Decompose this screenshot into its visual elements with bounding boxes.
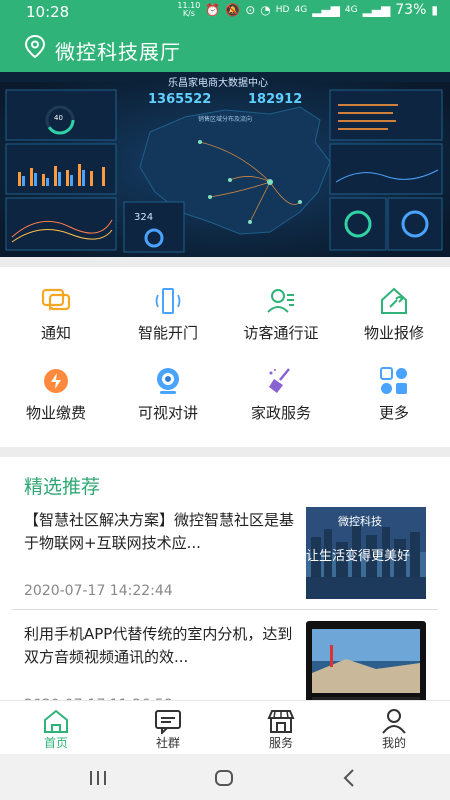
battery-percent: 73%	[395, 2, 427, 18]
signal-label-hd: HD	[275, 5, 290, 15]
payment-icon	[44, 369, 68, 393]
service-visitor-pass[interactable]: 访客通行证	[225, 267, 337, 347]
location-icon: ⊙	[245, 3, 256, 17]
tab-label: 首页	[43, 736, 68, 750]
profile-icon	[382, 709, 406, 734]
home-button-icon[interactable]	[204, 766, 244, 790]
signal-label-4g: 4G	[294, 5, 308, 15]
bottom-nav: 首页 社群 服务 我的	[0, 700, 450, 754]
service-label: 通知	[40, 324, 71, 342]
notification-icon	[41, 288, 71, 311]
service-payment[interactable]: 物业缴费	[0, 347, 112, 427]
service-label: 家政服务	[250, 404, 311, 422]
signal-bars-icon: ▂▄▆	[312, 3, 340, 17]
app-header-bar: 10:28 11.10 K/s ⏰ 🔕 ⊙ ◔ HD 4G ▂▄▆ 4G ▂▄▆…	[0, 0, 450, 72]
banner-title: 乐昌家电商大数据中心	[168, 78, 268, 89]
battery-icon: ▮	[431, 3, 438, 17]
status-bar: 10:28 11.10 K/s ⏰ 🔕 ⊙ ◔ HD 4G ▂▄▆ 4G ▂▄▆…	[0, 0, 450, 24]
article-date: 2020-07-17 14:22:44	[24, 583, 173, 599]
service-smart-door[interactable]: 智能开门	[112, 267, 224, 347]
page-title: 微控科技展厅	[55, 40, 181, 64]
section-separator	[0, 447, 450, 457]
section-separator	[0, 257, 450, 267]
section-title: 精选推荐	[24, 476, 101, 498]
thumb-text-slogan: 让生活变得更美好	[306, 549, 411, 564]
wifi-icon: ◔	[260, 3, 271, 17]
signal-bars-icon-2: ▂▄▆	[362, 3, 391, 17]
service-housekeeping[interactable]: 家政服务	[225, 347, 337, 427]
header: 微控科技展厅	[0, 28, 450, 72]
housekeeping-icon	[269, 368, 290, 393]
banner-gauge-value: 40	[54, 114, 63, 122]
service-more[interactable]: 更多	[338, 347, 450, 427]
article-thumbnail	[306, 621, 426, 707]
service-label: 物业缴费	[25, 404, 86, 422]
community-icon	[155, 710, 181, 734]
status-time: 10:28	[26, 3, 70, 21]
article-title: 利用手机APP代替传统的室内分机，达到双方音频视频通讯的效...	[24, 625, 293, 666]
tab-home[interactable]: 首页	[0, 701, 112, 755]
dashboard-banner-graphic	[0, 72, 450, 257]
article-item[interactable]: 【智慧社区解决方案】微控智慧社区是基于物联网+互联网技术应... 2020-07…	[0, 505, 450, 613]
dashboard-banner[interactable]: 乐昌家电商大数据中心 1365522 182912 销售区域分布及流向 324 …	[0, 72, 450, 257]
services-grid: 通知 智能开门 访客通行证 物业报修 物业缴费 可视对讲 家政服务 更多	[0, 267, 450, 447]
service-label: 智能开门	[137, 324, 198, 342]
tab-community[interactable]: 社群	[112, 701, 224, 755]
service-label: 更多	[378, 404, 409, 422]
banner-left-stat: 324	[134, 212, 154, 223]
net-speed: 11.10 K/s	[177, 2, 200, 18]
net-speed-unit: K/s	[182, 9, 195, 18]
tab-profile[interactable]: 我的	[338, 701, 450, 755]
visitor-pass-icon	[267, 289, 294, 313]
banner-stat-2: 182912	[248, 92, 303, 107]
location-pin-icon[interactable]	[24, 34, 46, 60]
list-divider	[12, 609, 438, 610]
tab-service[interactable]: 服务	[225, 701, 337, 755]
back-icon[interactable]	[330, 766, 370, 790]
banner-stat-1: 1365522	[148, 92, 212, 107]
featured-section: 精选推荐 【智慧社区解决方案】微控智慧社区是基于物联网+互联网技术应... 20…	[0, 457, 450, 707]
status-icons: 11.10 K/s ⏰ 🔕 ⊙ ◔ HD 4G ▂▄▆ 4G ▂▄▆ 73% ▮	[177, 2, 438, 19]
banner-center-label: 销售区域分布及流向	[198, 116, 253, 123]
smart-door-icon	[155, 288, 181, 314]
service-label: 物业报修	[363, 324, 424, 342]
recent-apps-icon[interactable]	[78, 766, 118, 790]
tab-label: 社群	[155, 736, 180, 750]
service-label: 访客通行证	[243, 324, 319, 342]
service-icon	[267, 710, 295, 733]
service-video-intercom[interactable]: 可视对讲	[112, 347, 224, 427]
tab-label: 我的	[381, 736, 406, 750]
alarm-icon: ⏰	[205, 3, 221, 17]
article-title: 【智慧社区解决方案】微控智慧社区是基于物联网+互联网技术应...	[24, 511, 295, 552]
article-item[interactable]: 利用手机APP代替传统的室内分机，达到双方音频视频通讯的效... 2020-07…	[0, 619, 450, 707]
system-navigation-bar	[0, 754, 450, 800]
home-icon	[44, 709, 68, 733]
service-repair[interactable]: 物业报修	[338, 267, 450, 347]
service-notification[interactable]: 通知	[0, 267, 112, 347]
repair-icon	[381, 287, 407, 314]
signal-label-4g-2: 4G	[344, 5, 358, 15]
thumb-text-brand: 微控科技	[338, 515, 382, 528]
more-icon	[380, 367, 407, 394]
intercom-screen-image	[306, 621, 426, 707]
service-label: 可视对讲	[137, 404, 198, 422]
tab-label: 服务	[268, 736, 293, 750]
video-intercom-icon	[157, 368, 179, 394]
mute-icon: 🔕	[225, 3, 241, 17]
article-thumbnail: 微控科技 让生活变得更美好	[306, 507, 426, 599]
